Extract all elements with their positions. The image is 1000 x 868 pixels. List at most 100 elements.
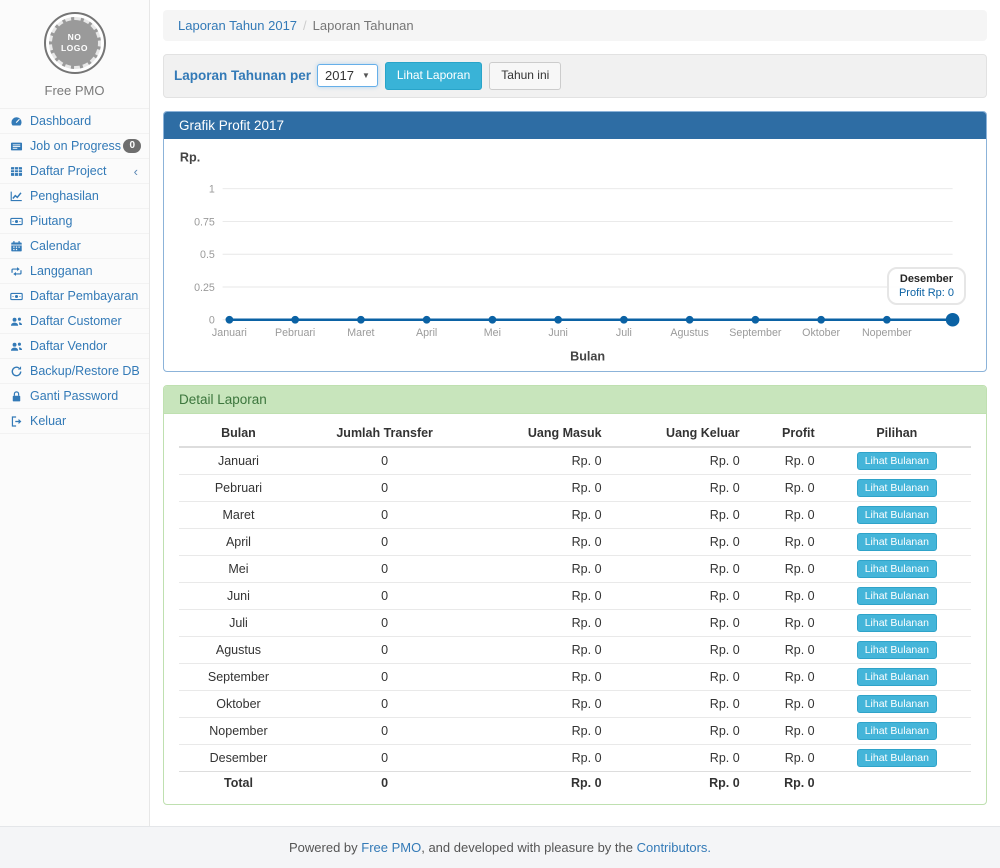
job-count-badge: 0 bbox=[123, 139, 141, 153]
cell-pilihan: Lihat Bulanan bbox=[823, 474, 971, 501]
footer: Powered by Free PMO, and developed with … bbox=[0, 826, 1000, 868]
sidebar-item-label: Daftar Project bbox=[30, 164, 134, 178]
cell-bulan: Maret bbox=[179, 501, 298, 528]
sidebar-item-daftar-pembayaran[interactable]: Daftar Pembayaran bbox=[0, 284, 149, 309]
svg-text:Bulan: Bulan bbox=[570, 349, 605, 363]
svg-text:0.75: 0.75 bbox=[194, 216, 215, 228]
cell-pilihan: Lihat Bulanan bbox=[823, 744, 971, 771]
lihat-bulanan-button-januari[interactable]: Lihat Bulanan bbox=[857, 452, 937, 470]
logo-ring: NO LOGO bbox=[44, 12, 106, 74]
svg-text:Juli: Juli bbox=[616, 327, 632, 339]
cell-uang-keluar: Rp. 0 bbox=[610, 447, 748, 475]
lihat-bulanan-button-agustus[interactable]: Lihat Bulanan bbox=[857, 641, 937, 659]
chart-body: Rp.10.750.50.250JanuariPebruariMaretApri… bbox=[164, 139, 986, 371]
lihat-bulanan-button-september[interactable]: Lihat Bulanan bbox=[857, 668, 937, 686]
cell-uang-masuk: Rp. 0 bbox=[471, 690, 609, 717]
lihat-bulanan-button-pebruari[interactable]: Lihat Bulanan bbox=[857, 479, 937, 497]
sidebar-item-job-on-progress[interactable]: Job on Progress0 bbox=[0, 134, 149, 159]
column-header-jumlah-transfer: Jumlah Transfer bbox=[298, 420, 472, 447]
year-select[interactable]: 2017 ▼ bbox=[317, 64, 378, 87]
money-icon bbox=[10, 215, 26, 228]
lihat-bulanan-button-april[interactable]: Lihat Bulanan bbox=[857, 533, 937, 551]
column-header-profit: Profit bbox=[748, 420, 823, 447]
cell-profit: Rp. 0 bbox=[748, 555, 823, 582]
svg-text:Rp.: Rp. bbox=[180, 150, 200, 164]
breadcrumb-link-laporan-tahun[interactable]: Laporan Tahun 2017 bbox=[178, 18, 297, 33]
cell-uang-keluar: Rp. 0 bbox=[610, 555, 748, 582]
detail-panel-body: BulanJumlah TransferUang MasukUang Kelua… bbox=[164, 414, 986, 804]
sidebar: NO LOGO Free PMO DashboardJob on Progres… bbox=[0, 0, 150, 826]
contributors-link[interactable]: Contributors. bbox=[637, 840, 711, 855]
line-chart-icon bbox=[10, 190, 26, 203]
table-row-maret: Maret0Rp. 0Rp. 0Rp. 0Lihat Bulanan bbox=[179, 501, 971, 528]
sidebar-item-calendar[interactable]: Calendar bbox=[0, 234, 149, 259]
cell-pilihan: Lihat Bulanan bbox=[823, 717, 971, 744]
year-filter-bar: Laporan Tahunan per 2017 ▼ Lihat Laporan… bbox=[163, 54, 987, 98]
lock-icon bbox=[10, 390, 26, 403]
column-header-pilihan: Pilihan bbox=[823, 420, 971, 447]
breadcrumb-separator: / bbox=[303, 18, 307, 33]
cell-bulan: Juli bbox=[179, 609, 298, 636]
svg-text:Agustus: Agustus bbox=[670, 327, 709, 339]
svg-text:September: September bbox=[729, 327, 782, 339]
tahun-ini-button[interactable]: Tahun ini bbox=[489, 62, 561, 90]
svg-text:Oktober: Oktober bbox=[802, 327, 840, 339]
cell-pilihan: Lihat Bulanan bbox=[823, 609, 971, 636]
lihat-bulanan-button-desember[interactable]: Lihat Bulanan bbox=[857, 749, 937, 767]
lihat-bulanan-button-oktober[interactable]: Lihat Bulanan bbox=[857, 695, 937, 713]
free-pmo-link[interactable]: Free PMO bbox=[361, 840, 421, 855]
lihat-bulanan-button-nopember[interactable]: Lihat Bulanan bbox=[857, 722, 937, 740]
table-row-total: Total0Rp. 0Rp. 0Rp. 0 bbox=[179, 771, 971, 794]
no-logo-text: NO LOGO bbox=[61, 32, 88, 53]
detail-panel: Detail Laporan BulanJumlah TransferUang … bbox=[163, 385, 987, 805]
footer-text-prefix: Powered by bbox=[289, 840, 361, 855]
cell-profit: Rp. 0 bbox=[748, 744, 823, 771]
lihat-bulanan-button-mei[interactable]: Lihat Bulanan bbox=[857, 560, 937, 578]
lihat-bulanan-button-maret[interactable]: Lihat Bulanan bbox=[857, 506, 937, 524]
cell-profit: Rp. 0 bbox=[748, 771, 823, 794]
cell-jumlah-transfer: 0 bbox=[298, 582, 472, 609]
svg-text:Mei: Mei bbox=[484, 327, 501, 339]
sidebar-item-label: Ganti Password bbox=[30, 389, 141, 403]
cell-pilihan bbox=[823, 771, 971, 794]
cell-uang-keluar: Rp. 0 bbox=[610, 771, 748, 794]
sidebar-item-ganti-password[interactable]: Ganti Password bbox=[0, 384, 149, 409]
cell-profit: Rp. 0 bbox=[748, 717, 823, 744]
cell-profit: Rp. 0 bbox=[748, 582, 823, 609]
lihat-bulanan-button-juli[interactable]: Lihat Bulanan bbox=[857, 614, 937, 632]
sidebar-item-langganan[interactable]: Langganan bbox=[0, 259, 149, 284]
sidebar-item-daftar-project[interactable]: Daftar Project‹ bbox=[0, 159, 149, 184]
sidebar-item-dashboard[interactable]: Dashboard bbox=[0, 109, 149, 134]
sidebar-item-piutang[interactable]: Piutang bbox=[0, 209, 149, 234]
lihat-bulanan-button-juni[interactable]: Lihat Bulanan bbox=[857, 587, 937, 605]
cell-uang-masuk: Rp. 0 bbox=[471, 528, 609, 555]
cell-uang-masuk: Rp. 0 bbox=[471, 663, 609, 690]
detail-panel-title: Detail Laporan bbox=[164, 386, 986, 414]
cell-uang-keluar: Rp. 0 bbox=[610, 744, 748, 771]
cell-uang-keluar: Rp. 0 bbox=[610, 690, 748, 717]
cell-profit: Rp. 0 bbox=[748, 609, 823, 636]
cell-uang-keluar: Rp. 0 bbox=[610, 528, 748, 555]
svg-text:Maret: Maret bbox=[347, 327, 374, 339]
cell-jumlah-transfer: 0 bbox=[298, 609, 472, 636]
cell-bulan: Nopember bbox=[179, 717, 298, 744]
sidebar-item-daftar-vendor[interactable]: Daftar Vendor bbox=[0, 334, 149, 359]
filter-label: Laporan Tahunan per bbox=[174, 68, 311, 83]
sidebar-item-daftar-customer[interactable]: Daftar Customer bbox=[0, 309, 149, 334]
table-icon bbox=[10, 165, 26, 178]
logo: NO LOGO Free PMO bbox=[0, 0, 149, 108]
sidebar-item-penghasilan[interactable]: Penghasilan bbox=[0, 184, 149, 209]
cell-profit: Rp. 0 bbox=[748, 690, 823, 717]
cell-uang-keluar: Rp. 0 bbox=[610, 663, 748, 690]
sidebar-item-label: Keluar bbox=[30, 414, 141, 428]
sidebar-item-keluar[interactable]: Keluar bbox=[0, 409, 149, 434]
refresh-icon bbox=[10, 365, 26, 378]
footer-text-middle: , and developed with pleasure by the bbox=[421, 840, 636, 855]
cell-jumlah-transfer: 0 bbox=[298, 501, 472, 528]
cell-jumlah-transfer: 0 bbox=[298, 474, 472, 501]
breadcrumb: Laporan Tahun 2017/Laporan Tahunan bbox=[163, 10, 987, 41]
retweet-icon bbox=[10, 265, 26, 278]
lihat-laporan-button[interactable]: Lihat Laporan bbox=[385, 62, 482, 90]
sidebar-item-backup-restore-db[interactable]: Backup/Restore DB bbox=[0, 359, 149, 384]
chart-panel-title: Grafik Profit 2017 bbox=[164, 112, 986, 139]
